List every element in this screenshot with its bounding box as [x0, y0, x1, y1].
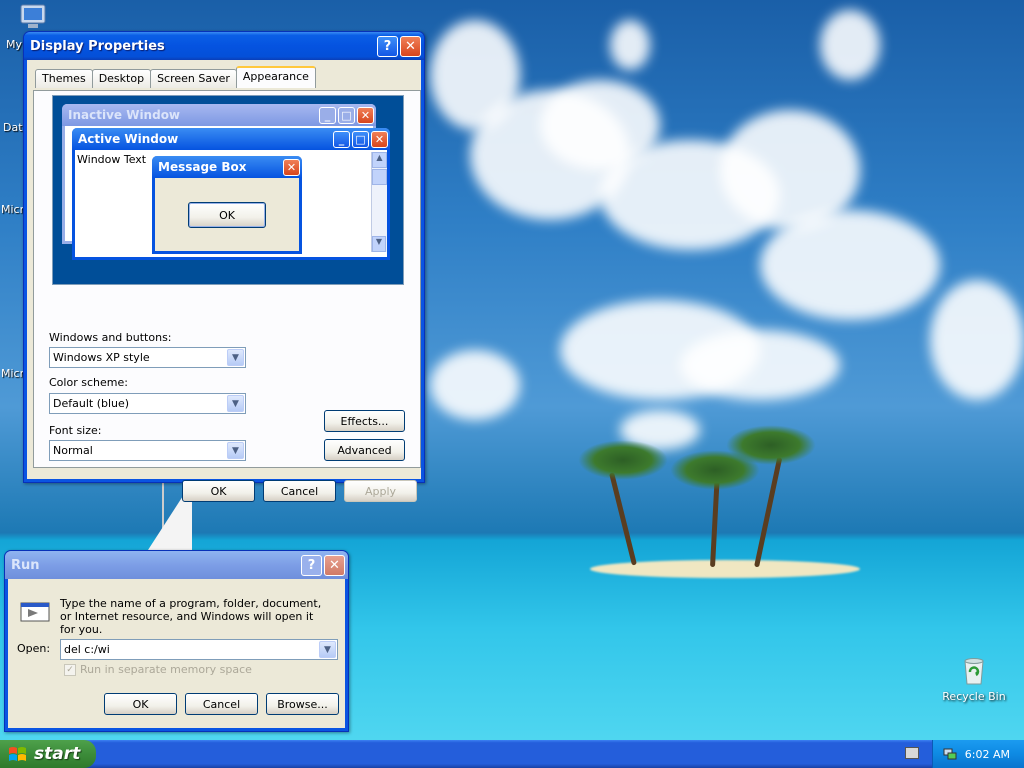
preview-inactive-title: Inactive Window	[68, 108, 181, 122]
scroll-up-icon: ▲	[372, 152, 387, 168]
message-box-title: Message Box	[158, 160, 247, 174]
appearance-panel: Inactive Window _ □ ✕ Active Window _ □ …	[33, 90, 421, 468]
tab-strip: Themes Desktop Screen Saver Appearance	[35, 66, 316, 88]
close-button[interactable]: ✕	[400, 35, 421, 57]
apply-button[interactable]: Apply	[344, 480, 417, 502]
separate-memory-label: Run in separate memory space	[80, 663, 252, 676]
color-scheme-label: Color scheme:	[49, 376, 128, 389]
open-label: Open:	[17, 642, 51, 655]
message-box-ok-button: OK	[188, 202, 266, 228]
maximize-icon: □	[352, 130, 369, 148]
recycle-bin-label: Recycle Bin	[942, 690, 1006, 703]
start-label: start	[34, 744, 81, 764]
windows-buttons-label: Windows and buttons:	[49, 331, 172, 344]
preview-scrollbar: ▲ ▼	[371, 152, 387, 252]
scroll-down-icon: ▼	[372, 236, 386, 252]
run-dialog: Run ? ✕ Type the name of a program, fold…	[4, 550, 349, 732]
windows-buttons-select[interactable]: Windows XP style ▼	[49, 347, 246, 368]
scroll-thumb	[372, 169, 387, 185]
tab-appearance[interactable]: Appearance	[235, 66, 316, 88]
advanced-button[interactable]: Advanced	[324, 439, 405, 461]
desktop-icon-label: My	[6, 38, 23, 51]
system-tray: 6:02 AM	[932, 740, 1024, 768]
minimize-icon: _	[319, 106, 336, 124]
chevron-down-icon[interactable]: ▼	[227, 395, 244, 412]
chevron-down-icon[interactable]: ▼	[227, 442, 244, 459]
tab-desktop[interactable]: Desktop	[91, 69, 152, 88]
maximize-icon: □	[338, 106, 355, 124]
windows-logo-icon	[9, 747, 26, 761]
checkbox-icon: ✓	[64, 663, 76, 676]
recycle-bin-icon	[964, 658, 984, 685]
cancel-button[interactable]: Cancel	[263, 480, 336, 502]
minimize-icon: _	[333, 130, 350, 148]
font-size-label: Font size:	[49, 424, 102, 437]
message-box-titlebar: Message Box ✕	[152, 156, 302, 178]
clock[interactable]: 6:02 AM	[965, 748, 1010, 761]
run-body: Type the name of a program, folder, docu…	[8, 579, 345, 728]
palm-trunk	[609, 472, 637, 566]
desktop-icon-label: Dat	[3, 121, 23, 134]
font-size-select[interactable]: Normal ▼	[49, 440, 246, 461]
palm-fronds	[726, 425, 816, 465]
help-button[interactable]: ?	[301, 554, 322, 576]
window-titlebar[interactable]: Display Properties ? ✕	[24, 32, 424, 60]
preview-active-title: Active Window	[78, 132, 179, 146]
ok-button[interactable]: OK	[182, 480, 255, 502]
font-size-value: Normal	[53, 444, 93, 457]
effects-button[interactable]: Effects...	[324, 410, 405, 432]
tab-screen-saver[interactable]: Screen Saver	[150, 69, 237, 88]
computer-icon	[20, 4, 46, 28]
preview-active-titlebar: Active Window _ □ ✕	[72, 128, 390, 150]
open-input[interactable]: del c:/wi ▼	[60, 639, 338, 660]
preview-window-text: Window Text	[77, 153, 147, 166]
start-button[interactable]: start	[0, 740, 96, 768]
appearance-preview: Inactive Window _ □ ✕ Active Window _ □ …	[52, 95, 404, 285]
run-title: Run	[11, 557, 40, 573]
window-body: Themes Desktop Screen Saver Appearance I…	[27, 60, 421, 502]
run-ok-button[interactable]: OK	[104, 693, 177, 715]
run-icon	[20, 602, 50, 622]
close-icon: ✕	[357, 106, 374, 124]
display-properties-window: Display Properties ? ✕ Themes Desktop Sc…	[23, 31, 425, 502]
taskbar: start 6:02 AM	[0, 740, 1024, 768]
color-scheme-value: Default (blue)	[53, 397, 130, 410]
close-button[interactable]: ✕	[324, 554, 345, 576]
open-input-value: del c:/wi	[64, 643, 110, 656]
run-titlebar[interactable]: Run ? ✕	[5, 551, 348, 579]
run-description: Type the name of a program, folder, docu…	[60, 597, 322, 636]
chevron-down-icon[interactable]: ▼	[319, 641, 336, 658]
preview-message-box: Message Box ✕ OK	[152, 156, 302, 254]
run-browse-button[interactable]: Browse...	[266, 693, 339, 715]
chevron-down-icon[interactable]: ▼	[227, 349, 244, 366]
close-icon: ✕	[283, 158, 300, 176]
run-cancel-button[interactable]: Cancel	[185, 693, 258, 715]
tab-themes[interactable]: Themes	[35, 69, 93, 88]
window-title: Display Properties	[30, 38, 165, 54]
color-scheme-select[interactable]: Default (blue) ▼	[49, 393, 246, 414]
close-icon: ✕	[371, 130, 388, 148]
network-icon[interactable]	[943, 746, 957, 760]
desktop-icon-recycle-bin[interactable]: Recycle Bin	[934, 655, 1014, 703]
help-button[interactable]: ?	[377, 35, 398, 57]
separate-memory-option: ✓ Run in separate memory space	[64, 663, 252, 676]
preview-inactive-titlebar: Inactive Window _ □ ✕	[62, 104, 376, 126]
keyboard-icon[interactable]	[905, 747, 919, 759]
palm-fronds	[578, 440, 668, 480]
windows-buttons-value: Windows XP style	[53, 351, 150, 364]
